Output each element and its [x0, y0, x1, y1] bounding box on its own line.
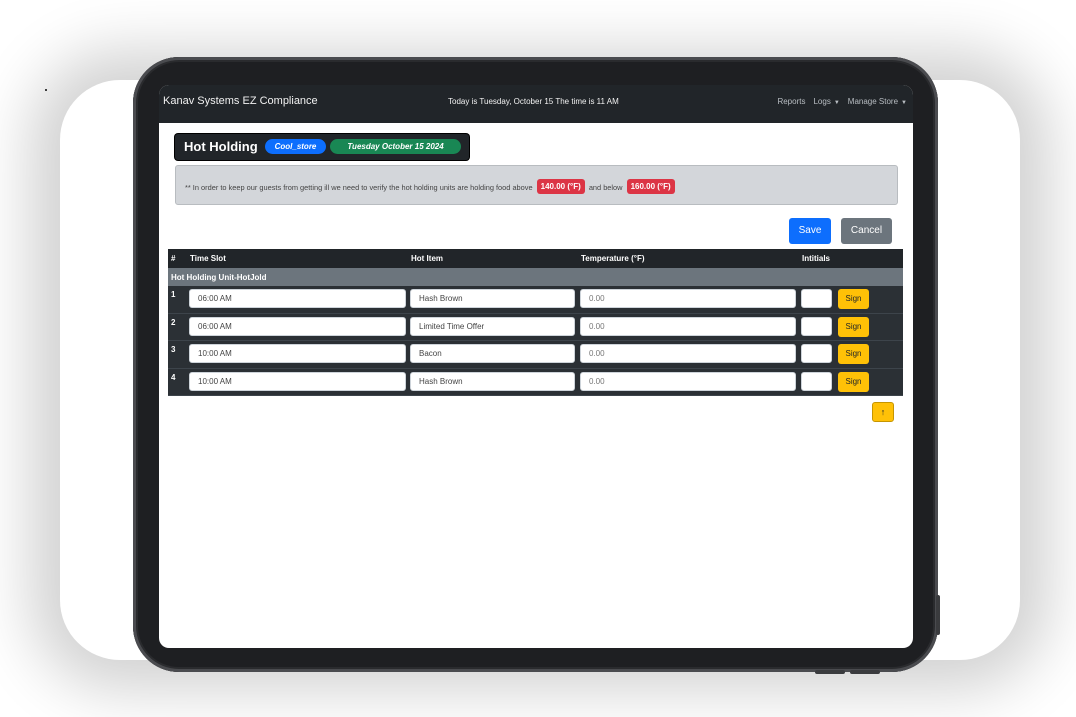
scroll-top-button[interactable]: ↑	[872, 402, 894, 422]
initials-input[interactable]	[801, 371, 832, 391]
sign-button[interactable]: Sign	[838, 344, 869, 364]
time-slot-field[interactable]: 06:00 AM	[189, 289, 406, 308]
hot-item-field[interactable]: Bacon	[410, 344, 575, 363]
store-badge: Cool_store	[265, 139, 326, 154]
initials-input[interactable]	[801, 289, 832, 308]
time-slot-field[interactable]: 10:00 AM	[189, 371, 406, 391]
max-temp-badge: 160.00 (°F)	[626, 179, 675, 194]
info-text-before: ** In order to keep our guests from gett…	[185, 183, 533, 192]
column-header-item: Hot Item	[411, 254, 443, 263]
time-slot-field[interactable]: 10:00 AM	[189, 344, 406, 363]
brand-title[interactable]: Kanav Systems EZ Compliance	[163, 95, 318, 107]
table-row: 4 10:00 AM Hash Brown 0.00 Sign	[168, 368, 903, 396]
save-button[interactable]: Save	[789, 218, 831, 244]
date-badge: Tuesday October 15 2024	[330, 139, 461, 154]
sign-button[interactable]: Sign	[838, 289, 869, 309]
page-header: Hot Holding Cool_store Tuesday October 1…	[175, 134, 469, 160]
page-title: Hot Holding	[184, 139, 258, 154]
nav-logs-dropdown[interactable]: Logs ▼	[813, 97, 839, 106]
sign-button[interactable]: Sign	[838, 316, 869, 337]
hot-item-field[interactable]: Hash Brown	[410, 371, 575, 391]
hot-item-field[interactable]: Hash Brown	[410, 289, 575, 308]
temperature-input[interactable]: 0.00	[580, 316, 796, 336]
column-header-initials: Intitials	[802, 254, 831, 263]
info-alert: ** In order to keep our guests from gett…	[175, 165, 898, 205]
column-header-num: #	[171, 254, 176, 263]
min-temp-badge: 140.00 (°F)	[536, 179, 585, 194]
column-header-temp: Temperature (°F)	[581, 254, 645, 263]
nav-reports[interactable]: Reports	[777, 97, 805, 106]
row-number: 2	[171, 317, 176, 327]
column-header-time: Time Slot	[190, 254, 226, 263]
info-text-middle: and below	[588, 183, 623, 192]
tablet-side-button	[936, 595, 940, 635]
stray-dot	[45, 89, 47, 91]
initials-input[interactable]	[801, 316, 832, 336]
date-time-display: Today is Tuesday, October 15 The time is…	[448, 97, 619, 106]
tablet-bottom-button	[850, 670, 880, 674]
sign-button[interactable]: Sign	[838, 371, 869, 392]
table-header: # Time Slot Hot Item Temperature (°F) In…	[168, 249, 903, 268]
row-number: 1	[171, 290, 176, 299]
row-number: 4	[171, 372, 176, 382]
temperature-input[interactable]: 0.00	[580, 344, 796, 363]
tablet-bottom-button	[815, 670, 845, 674]
nav-manage-store-dropdown[interactable]: Manage Store ▼	[848, 97, 907, 106]
table-row: 2 06:00 AM Limited Time Offer 0.00 Sign	[168, 313, 903, 341]
row-number: 3	[171, 345, 176, 354]
group-row: Hot Holding Unit-HotJold	[168, 268, 903, 286]
time-slot-field[interactable]: 06:00 AM	[189, 316, 406, 336]
caret-down-icon: ▼	[901, 100, 907, 106]
initials-input[interactable]	[801, 344, 832, 363]
hot-item-field[interactable]: Limited Time Offer	[410, 316, 575, 336]
hot-holding-table: # Time Slot Hot Item Temperature (°F) In…	[168, 249, 903, 396]
nav-manage-store-label: Manage Store	[847, 97, 899, 106]
info-message: ** In order to keep our guests from gett…	[185, 179, 677, 195]
table-row: 3 10:00 AM Bacon 0.00 Sign	[168, 341, 903, 369]
caret-down-icon: ▼	[833, 100, 840, 106]
app-screen: Kanav Systems EZ Compliance Today is Tue…	[159, 85, 913, 648]
cancel-button[interactable]: Cancel	[841, 218, 892, 244]
navbar: Kanav Systems EZ Compliance Today is Tue…	[159, 85, 913, 123]
arrow-up-icon: ↑	[880, 407, 886, 417]
nav-logs-label: Logs	[813, 97, 831, 106]
temperature-input[interactable]: 0.00	[580, 289, 796, 308]
group-label: Hot Holding Unit-HotJold	[171, 273, 267, 282]
nav-menu: Reports Logs ▼ Manage Store ▼	[777, 97, 907, 106]
table-row: 1 06:00 AM Hash Brown 0.00 Sign	[168, 286, 903, 314]
temperature-input[interactable]: 0.00	[580, 371, 796, 391]
